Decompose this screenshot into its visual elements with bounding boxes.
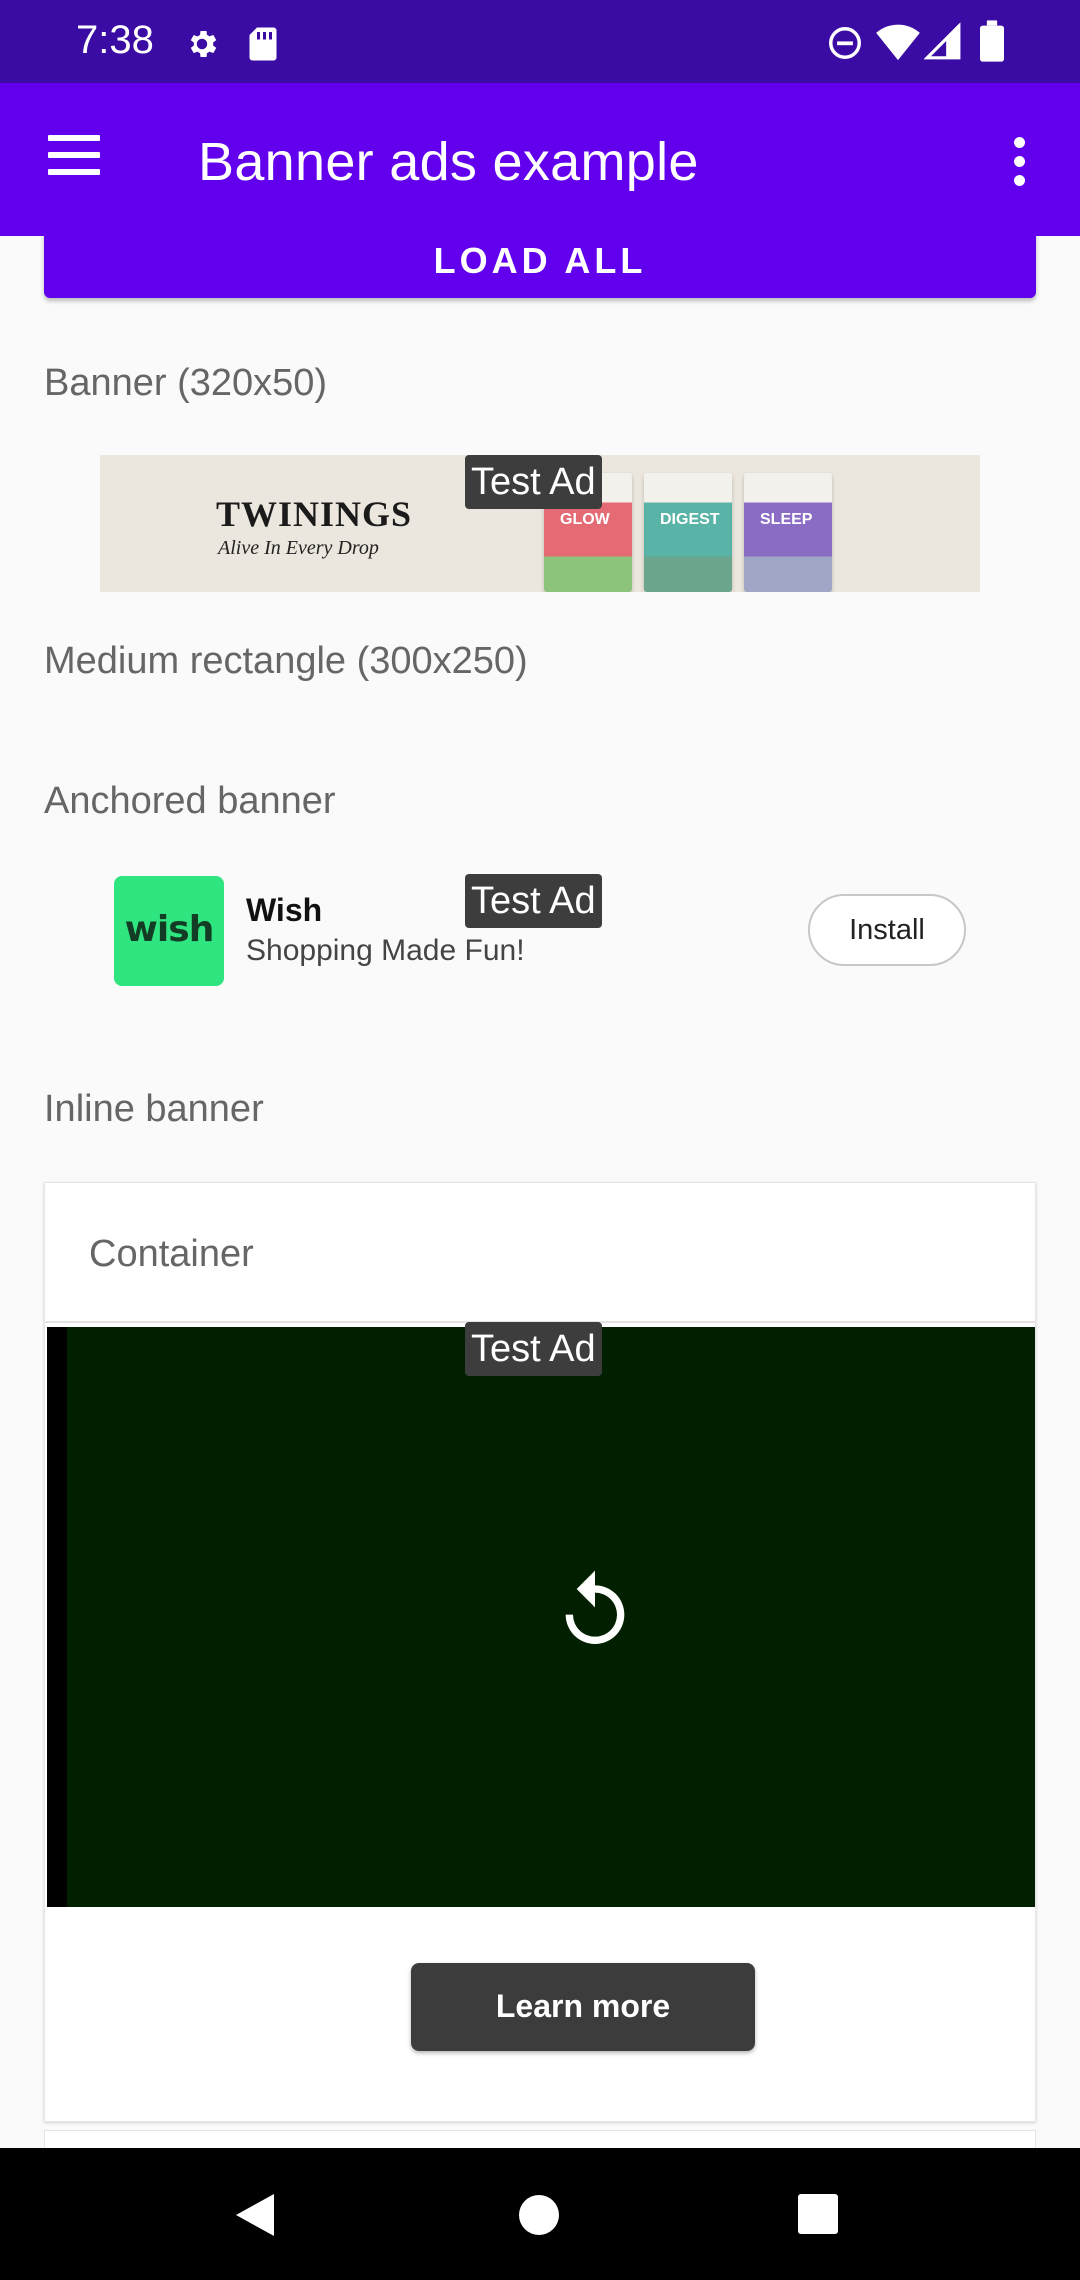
status-time: 7:38 (76, 18, 154, 62)
sd-card-icon (249, 27, 277, 61)
tea-box-digest: DIGEST (644, 473, 732, 592)
next-card-edge (44, 2130, 1036, 2148)
section-label-anchored: Anchored banner (44, 780, 336, 822)
twinings-logo: TWININGS (216, 494, 413, 534)
container-label: Container (89, 1233, 254, 1275)
learn-more-button[interactable]: Learn more (411, 1963, 755, 2051)
test-ad-label: Test Ad (465, 455, 602, 509)
test-ad-label: Test Ad (465, 874, 602, 928)
back-icon[interactable] (234, 2192, 276, 2238)
content-scroll[interactable]: LOAD ALL Banner (320x50) TWININGS Alive … (0, 236, 1080, 2148)
replay-icon[interactable] (551, 1567, 639, 1655)
more-vert-icon[interactable] (1004, 137, 1034, 186)
app-title: Banner ads example (198, 132, 699, 192)
wifi-icon (876, 24, 920, 61)
status-bar: 7:38 (0, 0, 1080, 83)
section-label-inline: Inline banner (44, 1088, 264, 1130)
video-ad[interactable] (47, 1327, 1035, 1907)
battery-icon (980, 20, 1004, 62)
tea-box-sleep: SLEEP (744, 473, 832, 592)
install-button[interactable]: Install (808, 894, 966, 966)
card-header: Container (45, 1183, 1035, 1323)
ad-title: Wish (246, 892, 323, 928)
ad-subtitle: Shopping Made Fun! (246, 934, 525, 967)
signal-icon (924, 22, 961, 60)
section-label-medium-rectangle: Medium rectangle (300x250) (44, 640, 528, 682)
gear-icon (190, 30, 217, 58)
twinings-tagline: Alive In Every Drop (218, 537, 379, 559)
app-bar: Banner ads example (0, 83, 1080, 236)
test-ad-label: Test Ad (465, 1322, 602, 1376)
load-all-button[interactable]: LOAD ALL (44, 236, 1036, 298)
video-edge (47, 1327, 67, 1907)
menu-icon[interactable] (48, 135, 106, 183)
section-label-banner: Banner (320x50) (44, 362, 328, 404)
do-not-disturb-icon (829, 27, 861, 59)
recents-icon[interactable] (798, 2194, 838, 2234)
navigation-bar (0, 2148, 1080, 2280)
wish-logo: wish (114, 876, 224, 986)
home-icon[interactable] (519, 2195, 559, 2235)
